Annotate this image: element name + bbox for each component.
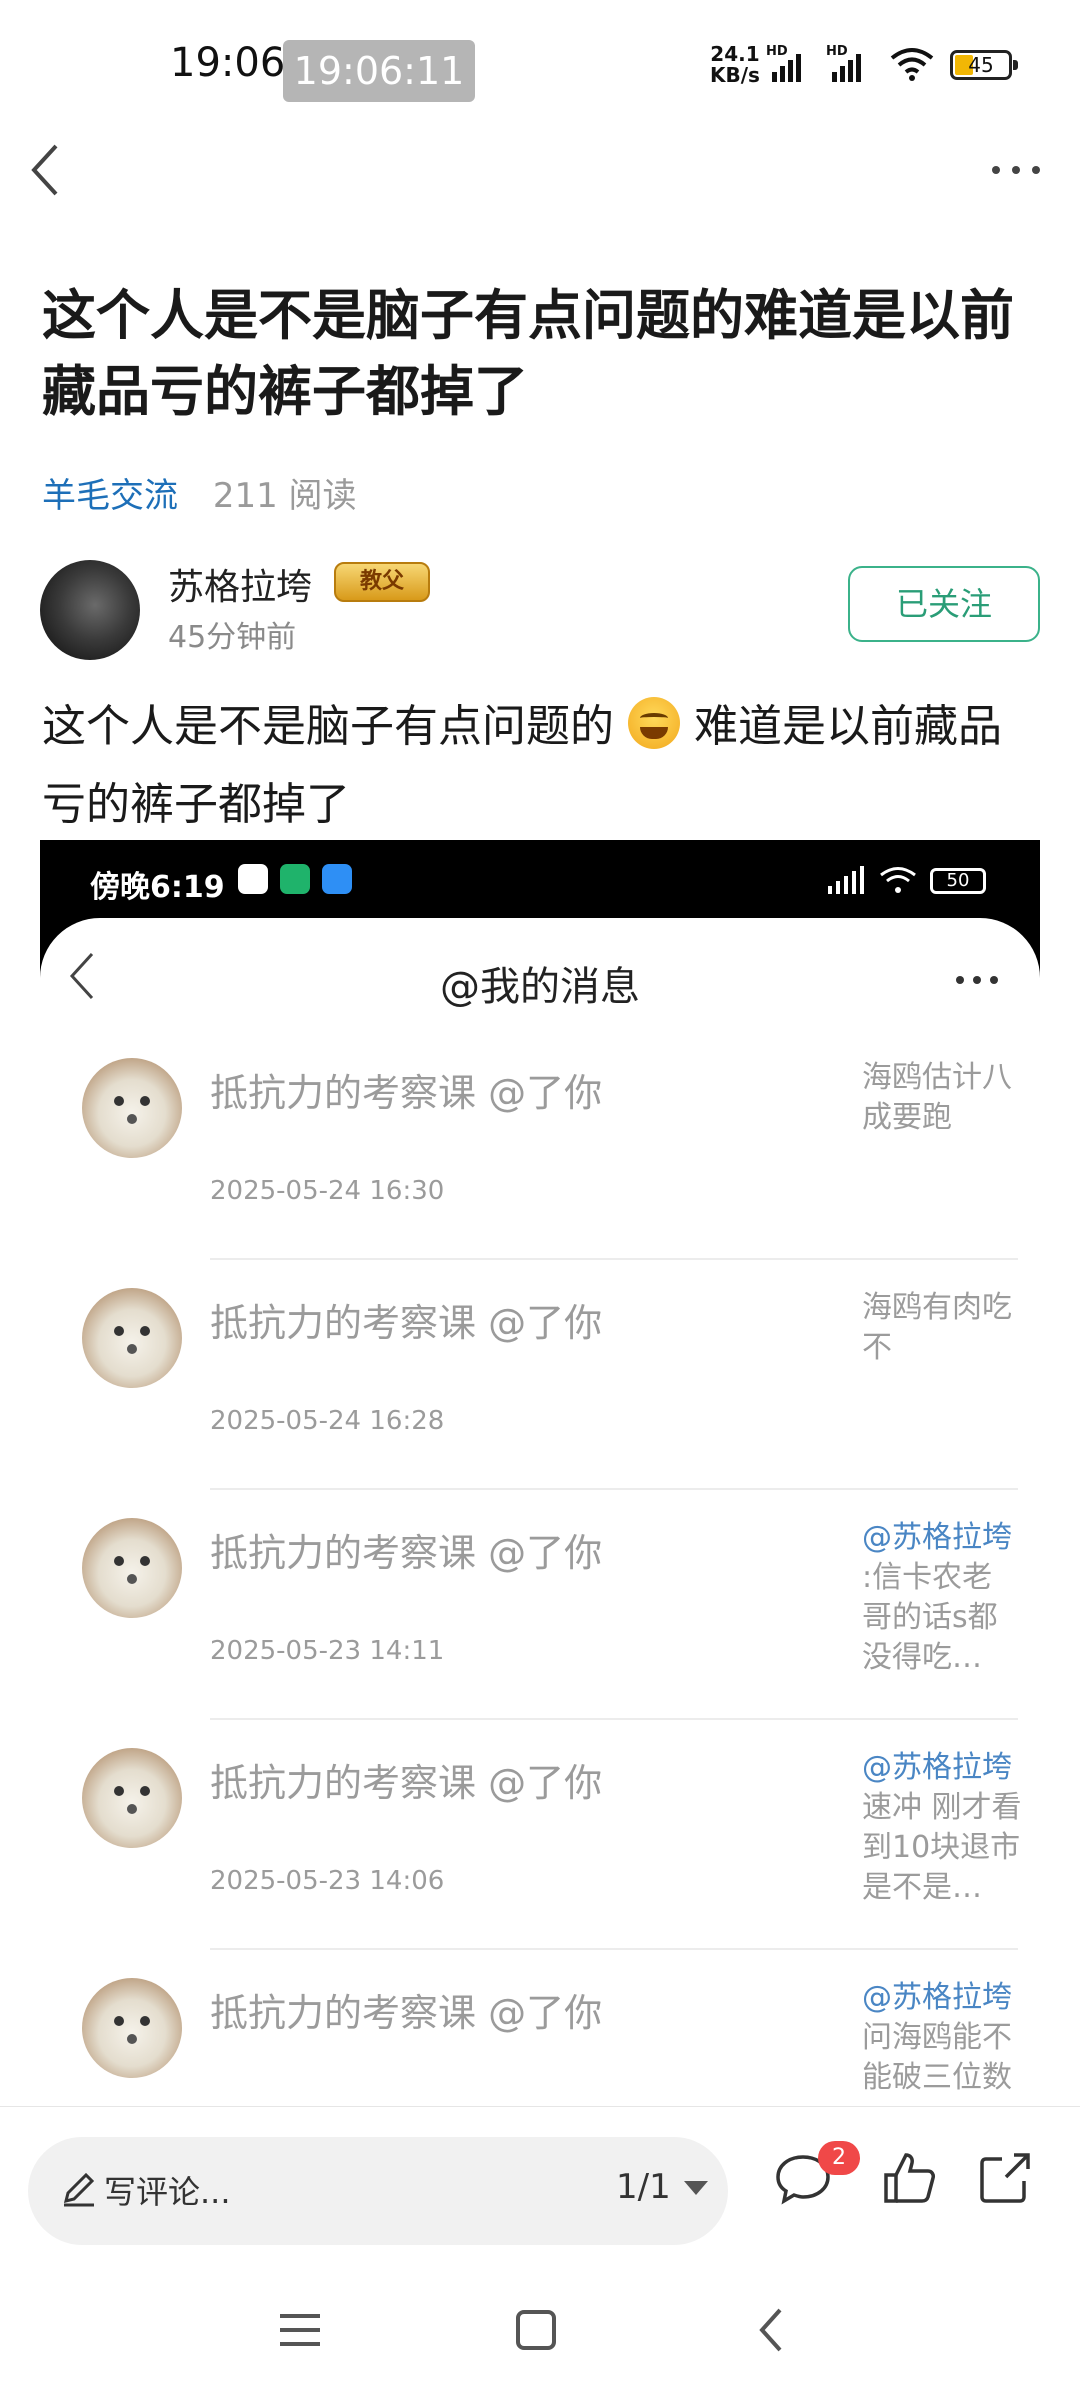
back-icon [31,144,58,196]
channel-link[interactable]: 羊毛交流 [42,476,178,516]
system-back-icon[interactable] [742,2300,802,2360]
read-count: 211 阅读 [212,476,357,516]
more-button[interactable] [988,148,1044,192]
grimace-emoji-icon [628,697,680,749]
shield-icon [280,864,310,894]
wifi-icon [888,44,936,88]
page-indicator[interactable]: 1/1 [616,2167,671,2207]
message-item: 抵抗力的考察课 @了你 @苏格拉垮问海鸥能不能破三位数 [40,1950,1040,2108]
comment-input[interactable]: 写评论... 1/1 [28,2137,728,2245]
message-item: 抵抗力的考察课 @了你 2025-05-24 16:28 海鸥有肉吃不 [40,1260,1040,1490]
comment-count-badge: 2 [818,2141,860,2175]
image-signal-icon [828,866,864,894]
signal-icon: HD [826,44,872,88]
back-button[interactable] [22,138,72,202]
image-status-time: 傍晚6:19 [90,870,225,905]
author-badge: 教父 [334,562,430,602]
follow-button[interactable]: 已关注 [848,566,1040,642]
status-bar: 19:06 19:06:11 24.1 KB/s HD HD 45 [0,0,1080,135]
comment-placeholder: 写评论... [104,2173,231,2211]
menu-icon[interactable] [270,2300,330,2360]
author-avatar[interactable] [40,560,140,660]
message-item: 抵抗力的考察课 @了你 2025-05-24 16:30 海鸥估计八成要跑 [40,1030,1040,1260]
message-reference: @苏格拉垮速冲 刚才看到10块退市是不是… [862,1750,1022,1905]
share-icon[interactable] [974,2147,1036,2209]
message-title: 抵抗力的考察课 @了你 [210,1071,603,1115]
messages-title: @我的消息 [440,964,640,1010]
message-reference: 海鸥有肉吃不 [862,1290,1012,1365]
post-title: 这个人是不是脑子有点问题的难道是以前藏品亏的裤子都掉了 [42,284,1014,423]
message-item: 抵抗力的考察课 @了你 2025-05-23 14:06 @苏格拉垮速冲 刚才看… [40,1720,1040,1950]
sender-avatar [82,1518,182,1618]
post-image[interactable]: 傍晚6:19 50 @我的消息 抵抗力的考察课 @了你 2025-05-24 1… [40,840,1040,2108]
status-time: 19:06 [170,40,286,86]
like-icon[interactable] [878,2147,940,2209]
battery-icon: 45 [950,50,1018,80]
dropdown-caret-icon[interactable] [684,2181,708,2195]
message-reference: @苏格拉垮 :信卡农老哥的话s都没得吃… [862,1520,1012,1675]
bottom-action-bar: 写评论... 1/1 2 [0,2106,1080,2256]
more-icon [992,166,1040,174]
post-time: 45分钟前 [168,620,297,655]
message-title: 抵抗力的考察课 @了你 [210,1761,603,1805]
message-date: 2025-05-24 16:28 [210,1406,445,1436]
sender-avatar [82,1978,182,2078]
sender-avatar [82,1748,182,1848]
app-icon [322,864,352,894]
post-body: 这个人是不是脑子有点问题的 难道是以前藏品亏的裤子都掉了 [42,688,1042,844]
sender-avatar [82,1288,182,1388]
image-battery: 50 [930,868,986,894]
message-date: 2025-05-24 16:30 [210,1176,445,1206]
qq-icon [238,864,268,894]
message-date: 2025-05-23 14:11 [210,1636,445,1666]
image-wifi-icon [880,867,916,893]
message-reference: 海鸥估计八成要跑 [862,1060,1012,1135]
message-title: 抵抗力的考察课 @了你 [210,1991,603,2035]
pen-icon [63,2172,95,2207]
message-title: 抵抗力的考察课 @了你 [210,1531,603,1575]
home-icon[interactable] [506,2300,566,2360]
network-speed: 24.1 KB/s [710,42,760,87]
signal-icon: HD [766,44,812,88]
system-navigation [0,2256,1080,2400]
messages-panel: @我的消息 抵抗力的考察课 @了你 2025-05-24 16:30 海鸥估计八… [40,918,1040,2108]
message-item: 抵抗力的考察课 @了你 2025-05-23 14:11 @苏格拉垮 :信卡农老… [40,1490,1040,1720]
author-name[interactable]: 苏格拉垮 [168,558,312,610]
message-title: 抵抗力的考察课 @了你 [210,1301,603,1345]
message-reference: @苏格拉垮问海鸥能不能破三位数 [862,1980,1012,2095]
clock-chip: 19:06:11 [283,40,475,102]
sender-avatar [82,1058,182,1158]
post-meta: 羊毛交流 211 阅读 [42,468,357,517]
image-more-icon [956,976,998,984]
message-date: 2025-05-23 14:06 [210,1866,445,1896]
